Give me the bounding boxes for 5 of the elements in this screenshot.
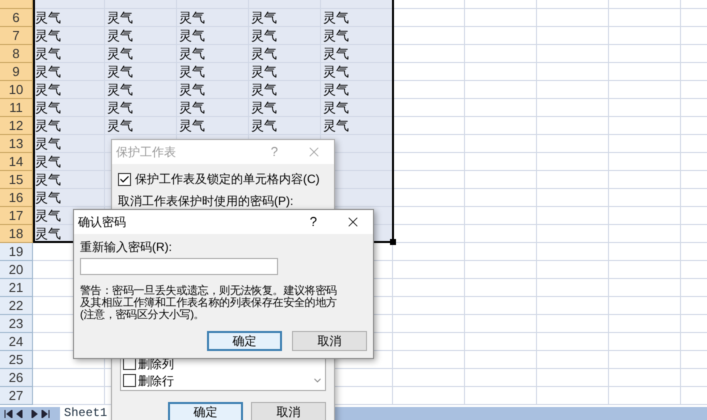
warning-text: 警告：密码一旦丢失或遗忘，则无法恢复。建议将密码 及其相应工作簿和工作表名称的列表保存在安全的地方 (注意，密码区分大小写)。	[80, 285, 337, 321]
checkbox-label: 保护工作表及锁定的单元格内容(C)	[135, 171, 320, 188]
permission-label: 删除行	[138, 372, 174, 390]
password-label: 取消工作表保护时使用的密码(P):	[118, 193, 294, 210]
dialog-title: 保护工作表	[116, 144, 176, 161]
